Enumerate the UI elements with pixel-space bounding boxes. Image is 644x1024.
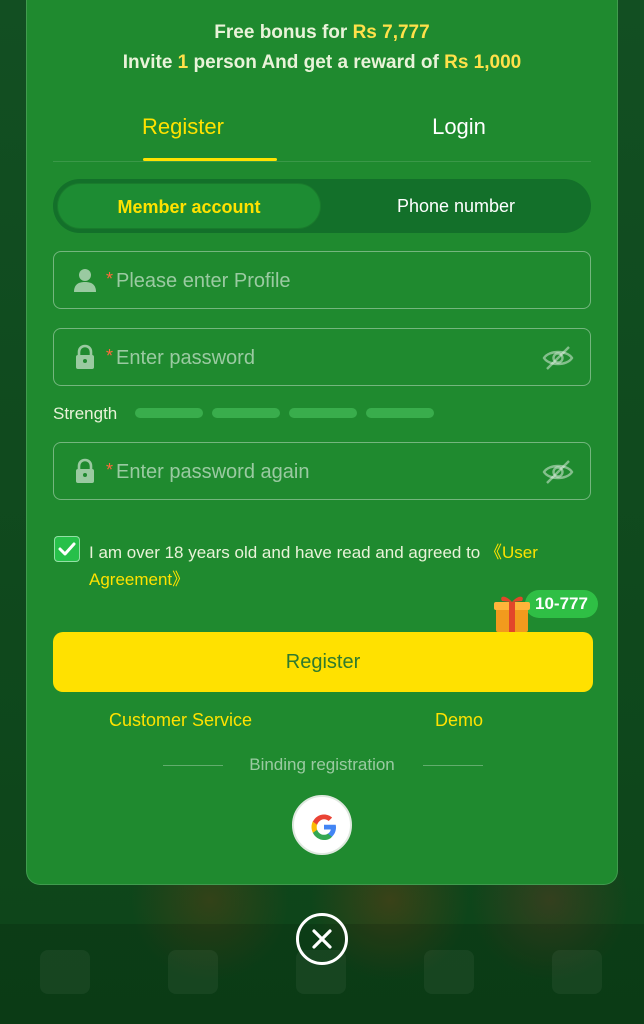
strength-bar-3 xyxy=(289,408,357,418)
background-tab xyxy=(424,950,474,994)
gift-icon[interactable] xyxy=(491,592,533,634)
customer-service-link[interactable]: Customer Service xyxy=(109,710,252,731)
account-type-switch: Member account Phone number xyxy=(53,179,591,233)
profile-field: * xyxy=(53,251,591,309)
agreement-checkbox[interactable] xyxy=(54,536,80,562)
background-tab xyxy=(168,950,218,994)
agreement-text: I am over 18 years old and have read and… xyxy=(89,539,589,593)
background-tab xyxy=(40,950,90,994)
google-login-button[interactable] xyxy=(292,795,352,855)
required-marker: * xyxy=(106,269,114,289)
binding-registration-label: Binding registration xyxy=(249,755,395,774)
divider-right xyxy=(423,765,483,766)
eye-off-icon[interactable] xyxy=(542,344,574,372)
promo-invite-line: Invite 1 person And get a reward of Rs 1… xyxy=(27,52,617,74)
promo-bonus-amount: Rs 7,777 xyxy=(352,22,430,43)
promo-invite-text: Invite xyxy=(122,52,173,73)
background-tab xyxy=(552,950,602,994)
required-marker: * xyxy=(106,346,114,366)
auth-tabs: Register Login xyxy=(53,104,591,162)
password-again-input[interactable] xyxy=(116,457,516,487)
close-modal-button[interactable] xyxy=(296,913,348,965)
password-input[interactable] xyxy=(116,343,516,373)
demo-link[interactable]: Demo xyxy=(435,710,483,731)
agreement-statement: I am over 18 years old and have read and… xyxy=(89,543,485,562)
eye-off-icon[interactable] xyxy=(542,458,574,486)
check-icon xyxy=(58,542,76,556)
promo-bonus-text: Free bonus for xyxy=(214,22,348,43)
lock-icon xyxy=(76,344,94,369)
promo-bonus-line: Free bonus for Rs 7,777 xyxy=(27,22,617,44)
lock-icon xyxy=(76,458,94,483)
promo-invite-count: 1 xyxy=(177,52,189,73)
promo-invite-middle: person And get a reward of xyxy=(193,52,439,73)
password-field: * xyxy=(53,328,591,386)
register-modal: Free bonus for Rs 7,777 Invite 1 person … xyxy=(26,0,618,885)
user-icon xyxy=(74,269,96,292)
strength-label: Strength xyxy=(53,404,118,423)
required-marker: * xyxy=(106,460,114,480)
strength-bar-2 xyxy=(212,408,280,418)
register-button[interactable]: Register xyxy=(53,632,593,692)
google-icon xyxy=(311,814,336,840)
tab-register[interactable]: Register xyxy=(103,114,263,140)
close-icon xyxy=(312,929,332,949)
profile-input[interactable] xyxy=(116,266,516,296)
segment-phone-number[interactable]: Phone number xyxy=(325,183,587,229)
strength-bar-4 xyxy=(366,408,434,418)
tab-active-indicator xyxy=(143,158,277,161)
strength-bar-1 xyxy=(135,408,203,418)
gift-badge[interactable]: 10-777 xyxy=(525,590,598,618)
segment-member-account[interactable]: Member account xyxy=(57,183,321,229)
password-again-field: * xyxy=(53,442,591,500)
tab-login[interactable]: Login xyxy=(379,114,539,140)
promo-invite-amount: Rs 1,000 xyxy=(444,52,522,73)
